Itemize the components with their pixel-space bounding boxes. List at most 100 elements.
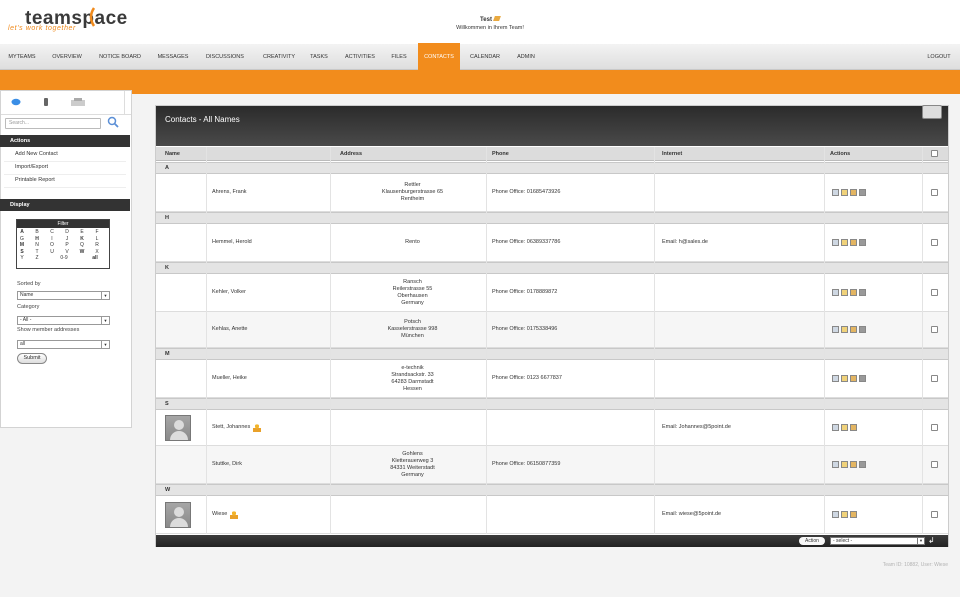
edit-contact-icon[interactable] <box>841 326 848 333</box>
view-contact-icon[interactable] <box>832 461 839 468</box>
delete-contact-icon[interactable] <box>859 326 866 333</box>
table-row[interactable]: Stett, Johannes Email: Johannes@5point.de <box>156 410 948 446</box>
avatar[interactable] <box>165 501 191 528</box>
contact-name[interactable]: Ahrens, Frank <box>212 189 247 196</box>
filter-letter-x[interactable]: X <box>93 249 101 255</box>
contact-name[interactable]: Mueller, Heike <box>212 375 247 382</box>
filter-letter-d[interactable]: D <box>63 229 71 235</box>
vcard-icon[interactable] <box>850 424 857 431</box>
vcard-icon[interactable] <box>850 375 857 382</box>
nav-activities[interactable]: ACTIVITIES <box>337 44 383 70</box>
delete-contact-icon[interactable] <box>859 239 866 246</box>
search-input[interactable]: Search... <box>5 118 101 129</box>
edit-contact-icon[interactable] <box>841 424 848 431</box>
view-contact-icon[interactable] <box>832 511 839 518</box>
row-checkbox[interactable] <box>931 326 938 333</box>
row-checkbox[interactable] <box>931 189 938 196</box>
delete-contact-icon[interactable] <box>859 461 866 468</box>
filter-letter-e[interactable]: E <box>78 229 86 235</box>
filter-letter-b[interactable]: B <box>33 229 41 235</box>
internet-cell[interactable]: Email: wiese@5point.de <box>662 496 822 533</box>
filter-letter-j[interactable]: J <box>63 236 71 242</box>
view-contact-icon[interactable] <box>832 424 839 431</box>
nav-discussions[interactable]: DISCUSSIONS <box>199 44 251 70</box>
filter-letter-g[interactable]: G <box>18 236 26 242</box>
nav-myteams[interactable]: MYTEAMS <box>2 44 42 70</box>
nav-contacts[interactable]: CONTACTS <box>418 43 460 71</box>
table-row[interactable]: Hemmel, Herold Rento Phone Office: 0638933… <box>156 224 948 262</box>
view-toggle-icon[interactable] <box>922 105 942 119</box>
col-name[interactable]: Name <box>165 147 180 161</box>
search-icon[interactable] <box>107 116 119 128</box>
contact-name[interactable]: Stuttke, Dirk <box>212 461 242 468</box>
view-contact-icon[interactable] <box>832 239 839 246</box>
avatar[interactable] <box>165 414 191 441</box>
filter-letter-m[interactable]: M <box>18 242 26 248</box>
filter-letter-o[interactable]: O <box>48 242 56 248</box>
filter-letter-l[interactable]: L <box>93 236 101 242</box>
table-row[interactable]: Mueller, Heike e-technik Strandsackstr. 33… <box>156 360 948 398</box>
table-row[interactable]: Ahrens, Frank Rettler Klausenburgerstrasse… <box>156 174 948 212</box>
filter-letter-h[interactable]: H <box>33 236 41 242</box>
edit-contact-icon[interactable] <box>841 511 848 518</box>
chat-icon[interactable] <box>11 98 21 106</box>
filter-letter-f[interactable]: F <box>93 229 101 235</box>
logo[interactable]: teamspace let's work together <box>8 6 128 36</box>
filter-letter-s[interactable]: S <box>18 249 26 255</box>
filter-letter-p[interactable]: P <box>63 242 71 248</box>
category-select[interactable]: - All - ▼ <box>17 316 110 325</box>
import-export-link[interactable]: Import/Export <box>15 164 48 170</box>
row-checkbox[interactable] <box>931 461 938 468</box>
filter-letter-0-9[interactable]: 0-9 <box>57 255 71 261</box>
nav-notice-board[interactable]: NOTICE BOARD <box>93 44 147 70</box>
filter-letter-r[interactable]: R <box>93 242 101 248</box>
delete-contact-icon[interactable] <box>859 289 866 296</box>
view-contact-icon[interactable] <box>832 375 839 382</box>
row-checkbox[interactable] <box>931 511 938 518</box>
sorted-by-select[interactable]: Name ▼ <box>17 291 110 300</box>
row-checkbox[interactable] <box>931 239 938 246</box>
row-checkbox[interactable] <box>931 375 938 382</box>
nav-overview[interactable]: OVERVIEW <box>46 44 88 70</box>
filter-letter-k[interactable]: K <box>78 236 86 242</box>
internet-cell[interactable]: Email: h@sales.de <box>662 224 822 261</box>
view-contact-icon[interactable] <box>832 326 839 333</box>
vcard-icon[interactable] <box>850 461 857 468</box>
filter-letter-c[interactable]: C <box>48 229 56 235</box>
contact-name[interactable]: Kehler, Volker <box>212 289 246 296</box>
contact-name[interactable]: Stett, Johannes <box>212 424 250 431</box>
contact-name[interactable]: Hemmel, Herold <box>212 239 252 246</box>
printable-report-link[interactable]: Printable Report <box>15 177 55 183</box>
edit-contact-icon[interactable] <box>841 375 848 382</box>
filter-letter-n[interactable]: N <box>33 242 41 248</box>
filter-letter-v[interactable]: V <box>63 249 71 255</box>
phone-icon[interactable] <box>43 98 49 106</box>
nav-creativity[interactable]: CREATIVITY <box>255 44 303 70</box>
nav-tasks[interactable]: TASKS <box>306 44 332 70</box>
nav-messages[interactable]: MESSAGES <box>152 44 194 70</box>
row-checkbox[interactable] <box>931 289 938 296</box>
filter-letter-u[interactable]: U <box>48 249 56 255</box>
vcard-icon[interactable] <box>850 511 857 518</box>
edit-contact-icon[interactable] <box>841 239 848 246</box>
row-checkbox[interactable] <box>931 424 938 431</box>
nav-logout[interactable]: LOGOUT <box>922 44 956 70</box>
nav-admin[interactable]: ADMIN <box>512 44 540 70</box>
vcard-icon[interactable] <box>850 289 857 296</box>
select-all-checkbox[interactable] <box>931 150 938 157</box>
filter-letter-y[interactable]: Y <box>18 255 26 261</box>
table-row[interactable]: Wiese Email: wiese@5point.de <box>156 496 948 534</box>
filter-letter-q[interactable]: Q <box>78 242 86 248</box>
nav-calendar[interactable]: CALENDAR <box>464 44 506 70</box>
view-contact-icon[interactable] <box>832 289 839 296</box>
bulk-action-select[interactable]: - select - ▼ <box>830 537 925 545</box>
vcard-icon[interactable] <box>850 326 857 333</box>
table-row[interactable]: Kehlas, Anette Potsch Kasselerstrasse 998 M… <box>156 312 948 348</box>
delete-contact-icon[interactable] <box>859 375 866 382</box>
edit-contact-icon[interactable] <box>841 189 848 196</box>
filter-letter-t[interactable]: T <box>33 249 41 255</box>
internet-cell[interactable]: Email: Johannes@5point.de <box>662 410 822 445</box>
vcard-icon[interactable] <box>850 189 857 196</box>
address-book-icon[interactable] <box>71 98 85 106</box>
filter-letter-z[interactable]: Z <box>33 255 41 261</box>
